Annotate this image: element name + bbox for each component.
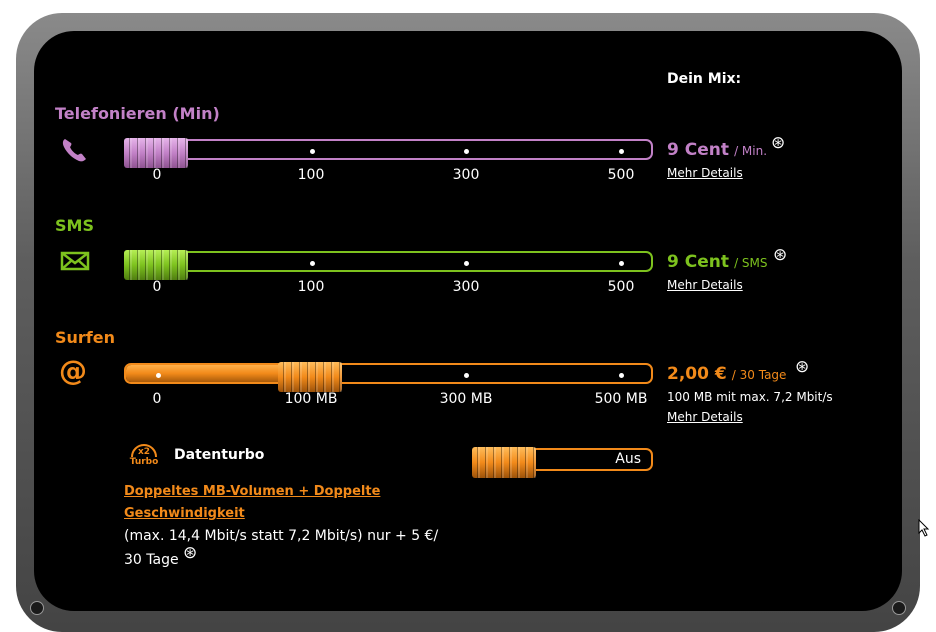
turbo-desc-line2: 30 Tage ⊛	[124, 543, 438, 572]
tick-label: 500 MB	[594, 391, 648, 407]
tick-label: 500	[607, 279, 635, 295]
screw-bottom-right-icon	[892, 601, 906, 615]
turbo-badge-top: x2	[137, 447, 151, 457]
screw-bottom-left-icon	[30, 601, 44, 615]
phone-price: 9 Cent / Min.	[667, 140, 767, 160]
phone-price-value: 9 Cent	[667, 140, 729, 160]
sms-price-unit: / SMS	[734, 256, 768, 270]
sms-price-value: 9 Cent	[667, 252, 729, 272]
turbo-desc-line2-text: 30 Tage	[124, 552, 179, 568]
turbo-desc-line1: (max. 14,4 Mbit/s statt 7,2 Mbit/s) nur …	[124, 528, 439, 544]
slider-stop-dot	[310, 261, 315, 266]
tick-label: 0	[152, 391, 162, 407]
surf-details-link[interactable]: Mehr Details	[667, 410, 743, 424]
phone-footnote-icon[interactable]: ⊛	[771, 133, 785, 153]
slider-stop-dot	[310, 149, 315, 154]
surf-data-slider[interactable]	[124, 362, 653, 392]
tick-label: 500	[607, 167, 635, 183]
slider-stop-dot	[619, 149, 624, 154]
phone-slider-handle[interactable]	[124, 138, 188, 168]
phone-icon	[60, 136, 90, 164]
sms-footnote-icon[interactable]: ⊛	[773, 245, 787, 265]
tick-label: 100	[297, 279, 325, 295]
turbo-badge-bottom: Turbo	[129, 457, 159, 467]
surf-price-value: 2,00 €	[667, 364, 727, 384]
slider-stop-dot	[156, 373, 161, 378]
turbo-toggle[interactable]: Aus	[472, 447, 653, 478]
surf-slider-handle[interactable]	[278, 362, 342, 392]
tick-label: 300	[452, 167, 480, 183]
sms-price: 9 Cent / SMS	[667, 252, 768, 272]
envelope-icon	[60, 250, 90, 272]
tick-label: 100 MB	[284, 391, 338, 407]
turbo-toggle-handle[interactable]	[472, 447, 536, 478]
phone-details-link[interactable]: Mehr Details	[667, 166, 743, 180]
phone-minutes-slider[interactable]	[124, 138, 653, 168]
slider-stop-dot	[619, 261, 624, 266]
turbo-link[interactable]: Doppeltes MB-Volumen + Doppelte Geschwin…	[124, 481, 380, 525]
surf-speed-info: 100 MB mit max. 7,2 Mbit/s	[667, 390, 833, 404]
turbo-footnote-icon[interactable]: ⊛	[183, 543, 197, 563]
turbo-link-line2[interactable]: Geschwindigkeit	[124, 503, 380, 525]
mouse-cursor-icon	[918, 518, 930, 541]
sms-slider-handle[interactable]	[124, 250, 188, 280]
tick-label: 0	[152, 279, 162, 295]
turbo-toggle-value: Aus	[615, 451, 641, 467]
turbo-badge-icon: x2 Turbo	[128, 444, 160, 470]
surf-footnote-icon[interactable]: ⊛	[795, 357, 809, 377]
sms-slider[interactable]	[124, 250, 653, 280]
slider-stop-dot	[464, 261, 469, 266]
at-icon: @	[59, 354, 87, 387]
tick-label: 100	[297, 167, 325, 183]
slider-stop-dot	[619, 373, 624, 378]
sms-section-title: SMS	[55, 216, 94, 235]
tick-label: 300 MB	[439, 391, 493, 407]
surf-section-title: Surfen	[55, 328, 116, 347]
tick-label: 300	[452, 279, 480, 295]
turbo-title: Datenturbo	[174, 447, 265, 463]
tick-label: 0	[152, 167, 162, 183]
phone-price-unit: / Min.	[734, 144, 768, 158]
slider-stop-dot	[464, 149, 469, 154]
slider-fill	[126, 365, 286, 382]
surf-price: 2,00 € / 30 Tage	[667, 364, 786, 384]
surf-price-unit: / 30 Tage	[731, 368, 787, 382]
turbo-link-line1[interactable]: Doppeltes MB-Volumen + Doppelte	[124, 481, 380, 503]
sms-details-link[interactable]: Mehr Details	[667, 278, 743, 292]
slider-stop-dot	[464, 373, 469, 378]
turbo-description: (max. 14,4 Mbit/s statt 7,2 Mbit/s) nur …	[124, 525, 438, 572]
phone-section-title: Telefonieren (Min)	[55, 104, 220, 123]
mix-heading: Dein Mix:	[667, 71, 742, 87]
